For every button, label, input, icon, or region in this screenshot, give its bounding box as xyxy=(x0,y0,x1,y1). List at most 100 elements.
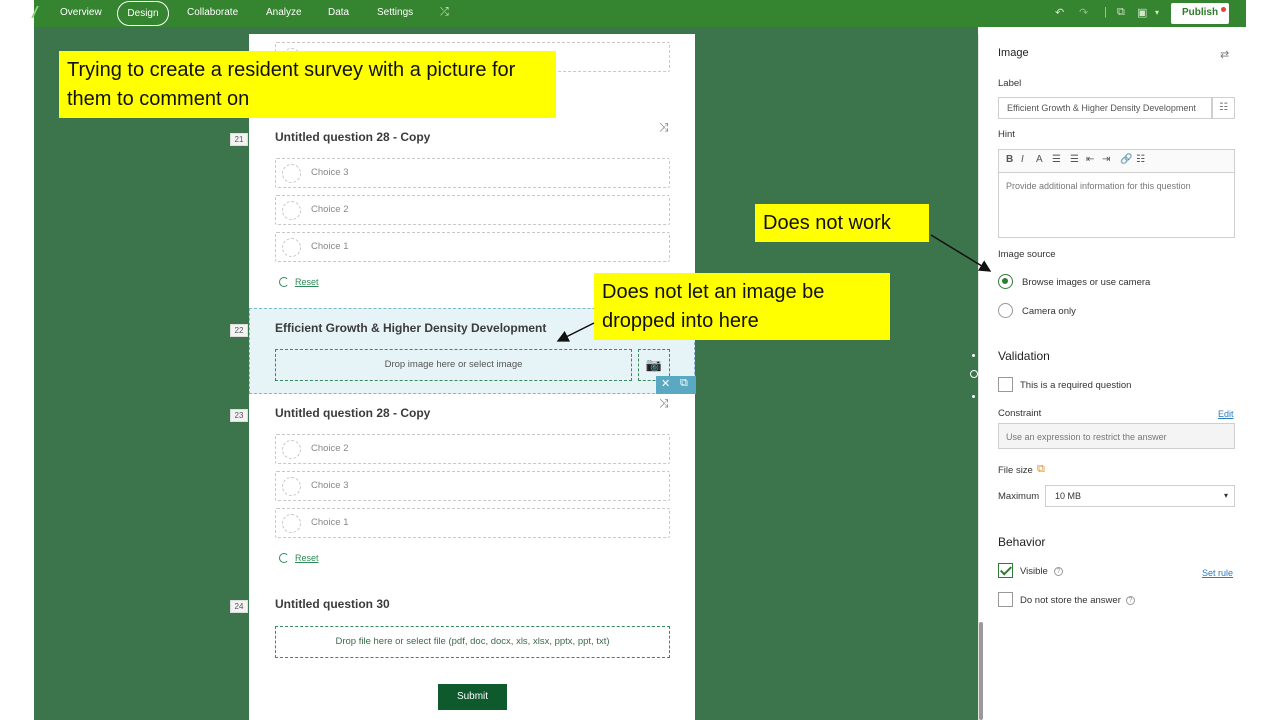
hint-textarea[interactable]: Provide additional information for this … xyxy=(998,172,1235,238)
canvas-top-strip xyxy=(34,27,978,34)
validation-heading: Validation xyxy=(998,349,1050,363)
panel-scrollbar[interactable] xyxy=(979,622,983,720)
tab-design[interactable]: Design xyxy=(117,1,169,26)
radio-circle xyxy=(282,477,301,496)
panel-title: Image xyxy=(998,47,1029,59)
reset-icon[interactable] xyxy=(279,553,289,563)
source-label-camera[interactable]: Camera only xyxy=(1022,306,1076,317)
choice-option[interactable]: Choice 2 xyxy=(275,434,670,464)
file-size-heading: File size xyxy=(998,465,1033,476)
question-number: 22 xyxy=(230,324,248,337)
bullet-list-icon[interactable]: ☰ xyxy=(1070,154,1079,165)
no-store-checkbox[interactable] xyxy=(998,592,1013,607)
properties-panel xyxy=(978,34,1246,720)
indent-icon[interactable]: ⇥ xyxy=(1102,154,1110,165)
bold-icon[interactable]: B xyxy=(1006,154,1013,165)
outdent-icon[interactable]: ⇤ xyxy=(1086,154,1094,165)
reset-link[interactable]: Reset xyxy=(295,553,319,563)
divider-icon: | xyxy=(1104,6,1107,18)
hint-heading: Hint xyxy=(998,129,1015,140)
choice-label: Choice 2 xyxy=(311,443,349,454)
question-title[interactable]: Untitled question 28 - Copy xyxy=(275,130,430,144)
question-title[interactable]: Untitled question 28 - Copy xyxy=(275,406,430,420)
top-nav-bar: Overview Design Collaborate Analyze Data… xyxy=(31,0,1246,27)
tab-collaborate[interactable]: Collaborate xyxy=(187,7,238,18)
choice-label: Choice 3 xyxy=(311,480,349,491)
constraint-heading: Constraint xyxy=(998,408,1042,419)
radio-circle xyxy=(282,238,301,257)
preview-icon[interactable]: ⧉ xyxy=(1117,6,1125,19)
link-icon[interactable]: 🔗 xyxy=(1120,154,1132,165)
tab-settings[interactable]: Settings xyxy=(377,7,413,18)
choice-label: Choice 1 xyxy=(311,241,349,252)
choice-option[interactable]: Choice 1 xyxy=(275,232,670,262)
maximum-label: Maximum xyxy=(998,491,1040,502)
radio-circle xyxy=(282,440,301,459)
swap-icon[interactable]: ⇄ xyxy=(1220,48,1229,61)
constraint-input[interactable]: Use an expression to restrict the answer xyxy=(998,423,1235,449)
file-size-info-icon[interactable]: ⧉ xyxy=(1037,463,1045,476)
behavior-heading: Behavior xyxy=(998,535,1046,549)
numbered-list-icon[interactable]: ☰ xyxy=(1052,154,1061,165)
choice-label: Choice 2 xyxy=(311,204,349,215)
reset-icon[interactable] xyxy=(279,277,289,287)
question-title[interactable]: Untitled question 30 xyxy=(275,597,390,611)
annotation-note-drop-image: Does not let an image be dropped into he… xyxy=(594,273,890,340)
annotation-note-does-not-work: Does not work xyxy=(755,204,929,242)
no-store-label: Do not store the answer xyxy=(1020,595,1121,606)
maximum-select[interactable]: 10 MB ▾ xyxy=(1045,485,1235,507)
constraint-edit-link[interactable]: Edit xyxy=(1218,409,1234,419)
tab-data[interactable]: Data xyxy=(328,7,349,18)
image-source-heading: Image source xyxy=(998,249,1056,260)
file-drop-zone[interactable]: Drop file here or select file (pdf, doc,… xyxy=(275,626,670,658)
shuffle-icon[interactable]: ⤨ xyxy=(659,120,669,135)
redo-icon[interactable]: ↷ xyxy=(1079,6,1088,19)
required-label: This is a required question xyxy=(1020,380,1132,391)
source-label-browse[interactable]: Browse images or use camera xyxy=(1022,277,1150,288)
label-format-icon[interactable]: ☷ xyxy=(1212,97,1235,119)
choice-option[interactable]: Choice 3 xyxy=(275,158,670,188)
save-menu-chevron-icon[interactable]: ▾ xyxy=(1155,8,1159,17)
question-number: 21 xyxy=(230,133,248,146)
set-rule-link[interactable]: Set rule xyxy=(1202,568,1233,578)
required-checkbox[interactable] xyxy=(998,377,1013,392)
radio-circle xyxy=(282,164,301,183)
undo-icon[interactable]: ↶ xyxy=(1055,6,1064,19)
choice-label: Choice 3 xyxy=(311,167,349,178)
help-icon[interactable]: ? xyxy=(1126,596,1135,605)
publish-button[interactable]: Publish xyxy=(1171,3,1229,24)
image-drop-zone[interactable]: Drop image here or select image xyxy=(275,349,632,381)
save-icon[interactable]: ▣ xyxy=(1137,6,1147,19)
reset-link[interactable]: Reset xyxy=(295,277,319,287)
shuffle-icon[interactable]: ⤨ xyxy=(659,396,669,411)
question-number: 23 xyxy=(230,409,248,422)
chevron-down-icon: ▾ xyxy=(1223,491,1228,500)
label-heading: Label xyxy=(998,78,1022,89)
label-input[interactable]: Efficient Growth & Higher Density Develo… xyxy=(998,97,1212,119)
source-radio-browse[interactable] xyxy=(998,274,1013,289)
connect-icon[interactable]: ⤮ xyxy=(440,6,449,19)
visible-checkbox[interactable] xyxy=(998,563,1013,578)
question-actions: ✕ ⧉ xyxy=(656,376,696,394)
question-title[interactable]: Efficient Growth & Higher Density Develo… xyxy=(275,321,546,335)
font-color-icon[interactable]: A xyxy=(1036,154,1043,165)
duplicate-icon[interactable]: ⧉ xyxy=(680,377,688,390)
choice-label: Choice 1 xyxy=(311,517,349,528)
choice-option[interactable]: Choice 2 xyxy=(275,195,670,225)
choice-option[interactable]: Choice 3 xyxy=(275,471,670,501)
choice-option[interactable]: Choice 1 xyxy=(275,508,670,538)
hint-toolbar: B I A ☰ ☰ ⇤ ⇥ 🔗 ☷ xyxy=(998,149,1235,172)
format-icon[interactable]: ☷ xyxy=(1136,154,1145,165)
tab-overview[interactable]: Overview xyxy=(60,7,102,18)
unpublished-indicator xyxy=(1221,7,1226,12)
source-radio-camera[interactable] xyxy=(998,303,1013,318)
tab-analyze[interactable]: Analyze xyxy=(266,7,302,18)
maximum-select-value: 10 MB xyxy=(1055,491,1082,501)
app-stage: Overview Design Collaborate Analyze Data… xyxy=(0,0,1280,720)
delete-icon[interactable]: ✕ xyxy=(661,377,670,390)
radio-circle xyxy=(282,201,301,220)
italic-icon[interactable]: I xyxy=(1021,154,1024,165)
help-icon[interactable]: ? xyxy=(1054,567,1063,576)
submit-button[interactable]: Submit xyxy=(438,684,507,710)
resize-handle[interactable] xyxy=(970,370,978,378)
